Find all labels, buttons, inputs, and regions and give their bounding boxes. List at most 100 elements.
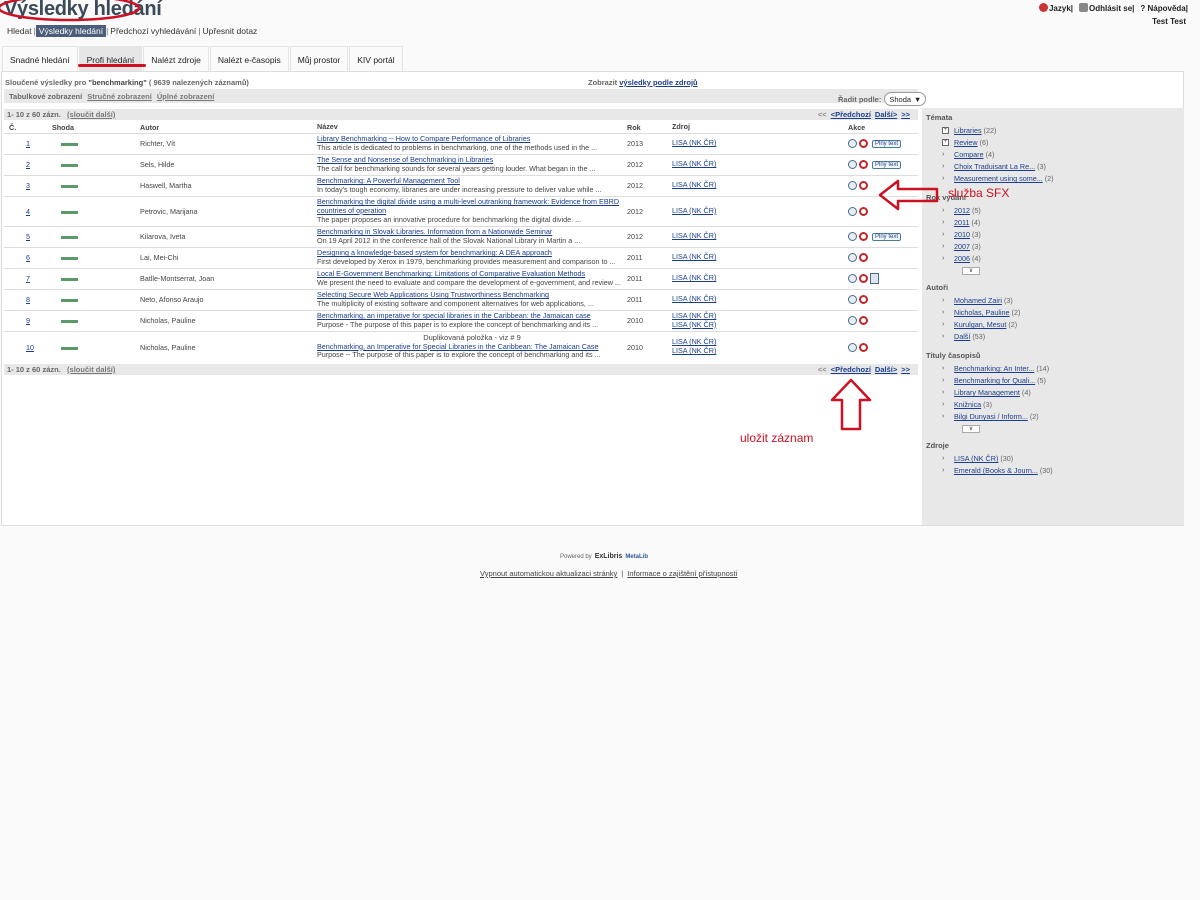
tab-my-space[interactable]: Můj prostor	[289, 46, 349, 72]
save-record-icon[interactable]	[848, 206, 857, 216]
pager-first[interactable]: <<	[818, 365, 827, 374]
sfx-service-icon[interactable]	[859, 181, 868, 191]
record-source-link[interactable]: LISA (NK ČR)	[672, 206, 848, 216]
save-record-icon[interactable]	[848, 232, 857, 242]
record-source-link[interactable]: LISA (NK ČR)	[672, 320, 848, 330]
facet-link[interactable]: Compare	[954, 150, 984, 159]
expand-plus-icon[interactable]: +	[942, 139, 949, 146]
facet-link[interactable]: Knižnica	[954, 400, 981, 409]
facet-link[interactable]: 2006	[954, 254, 970, 263]
subnav-refine[interactable]: Upřesnit dotaz	[201, 26, 260, 36]
pager-previous[interactable]: <Předchozí	[831, 365, 871, 374]
merge-more-link[interactable]: (sloučit další)	[67, 110, 115, 119]
facet-link[interactable]: Benchmarking: An Inter...	[954, 364, 1034, 373]
sort-select[interactable]: Shoda ▼	[884, 92, 927, 106]
view-table[interactable]: Tabulkové zobrazení	[9, 92, 82, 101]
record-number-link[interactable]: 4	[26, 207, 30, 216]
facet-link[interactable]: Bilgi Dunyasi / Inform...	[954, 412, 1028, 421]
record-source-link[interactable]: LISA (NK ČR)	[672, 160, 848, 169]
sfx-service-icon[interactable]	[859, 342, 868, 352]
facet-link[interactable]: Libraries	[954, 126, 982, 135]
save-record-icon[interactable]	[848, 316, 857, 326]
more-facets-button[interactable]: ∨	[962, 425, 980, 433]
facet-link[interactable]: Emerald (Books & Journ...	[954, 466, 1038, 475]
record-number-link[interactable]: 5	[26, 232, 30, 241]
merge-more-link[interactable]: (sloučit další)	[67, 365, 115, 374]
save-record-icon[interactable]	[848, 181, 857, 191]
sfx-service-icon[interactable]	[859, 160, 868, 170]
subnav-search[interactable]: Hledat	[5, 26, 34, 36]
expand-plus-icon[interactable]: +	[942, 127, 949, 134]
help-link[interactable]: ? Nápověda|	[1140, 4, 1188, 13]
record-number-link[interactable]: 2	[26, 160, 30, 169]
view-brief[interactable]: Stručné zobrazení	[87, 92, 152, 101]
record-source-link[interactable]: LISA (NK ČR)	[672, 274, 848, 283]
sfx-service-icon[interactable]	[859, 232, 868, 242]
record-source-link[interactable]: LISA (NK ČR)	[672, 253, 848, 262]
save-record-icon[interactable]	[848, 160, 857, 170]
record-number-link[interactable]: 1	[26, 139, 30, 148]
facet-link[interactable]: 2010	[954, 230, 970, 239]
save-record-icon[interactable]	[848, 139, 857, 149]
disable-refresh-link[interactable]: Vypnout automatickou aktualizaci stránky	[480, 569, 617, 578]
logout-link[interactable]: Odhlásit se|	[1079, 3, 1134, 13]
tab-find-ejournal[interactable]: Nalézt e-časopis	[209, 46, 289, 72]
record-number-link[interactable]: 3	[26, 181, 30, 190]
sfx-service-icon[interactable]	[859, 274, 868, 284]
record-number-link[interactable]: 10	[26, 343, 34, 352]
record-source-link[interactable]: LISA (NK ČR)	[672, 181, 848, 190]
facet-link[interactable]: LISA (NK ČR)	[954, 454, 998, 463]
facet-link[interactable]: Další	[954, 332, 970, 341]
results-by-source-link[interactable]: výsledky podle zdrojů	[619, 78, 697, 87]
record-number-link[interactable]: 7	[26, 274, 30, 283]
save-record-icon[interactable]	[848, 342, 857, 352]
subnav-previous[interactable]: Předchozí vyhledávání	[108, 26, 198, 36]
facet-link[interactable]: 2011	[954, 218, 969, 227]
save-record-icon[interactable]	[848, 253, 857, 263]
record-source-link[interactable]: LISA (NK ČR)	[672, 295, 848, 304]
record-number-link[interactable]: 6	[26, 253, 30, 262]
sfx-service-icon[interactable]	[859, 253, 868, 263]
facet-link[interactable]: Nicholas, Pauline	[954, 308, 1010, 317]
pager-next[interactable]: Další>	[875, 110, 897, 119]
record-source-link[interactable]: LISA (NK ČR)	[672, 346, 848, 356]
view-full[interactable]: Úplné zobrazení	[157, 92, 215, 101]
facet-link[interactable]: Choix Traduisant La Re...	[954, 162, 1035, 171]
facet-link[interactable]: Mohamed Zairi	[954, 296, 1002, 305]
record-number-link[interactable]: 9	[26, 316, 30, 325]
facet-link[interactable]: 2007	[954, 242, 970, 251]
document-icon[interactable]	[870, 273, 879, 285]
tab-easy-search[interactable]: Snadné hledání	[2, 46, 78, 72]
pager-previous[interactable]: <Předchozí	[831, 110, 871, 119]
pager-next[interactable]: Další>	[875, 365, 897, 374]
pager-last[interactable]: >>	[901, 110, 910, 119]
full-text-button[interactable]: Plný text	[872, 139, 902, 148]
sfx-service-icon[interactable]	[859, 295, 868, 305]
tab-find-resources[interactable]: Nalézt zdroje	[143, 46, 209, 72]
facet-link[interactable]: Benchmarking for Quali...	[954, 376, 1035, 385]
record-title-link[interactable]: Benchmarking the digital divide using a …	[317, 197, 627, 216]
full-text-button[interactable]: Plný text	[872, 160, 902, 169]
facet-link[interactable]: Kurulgan, Mesut	[954, 320, 1006, 329]
full-text-button[interactable]: Plný text	[872, 232, 902, 241]
subnav-results[interactable]: Výsledky hledání	[35, 25, 107, 37]
save-record-icon[interactable]	[848, 295, 857, 305]
record-number-link[interactable]: 8	[26, 295, 30, 304]
pager-first[interactable]: <<	[818, 110, 827, 119]
tab-kiv-portal[interactable]: KIV portál	[349, 46, 403, 72]
record-source-link[interactable]: LISA (NK ČR)	[672, 232, 848, 241]
facet-link[interactable]: Measurement using some...	[954, 174, 1043, 183]
record-source-link[interactable]: LISA (NK ČR)	[672, 139, 848, 148]
pager-last[interactable]: >>	[901, 365, 910, 374]
language-link[interactable]: Jazyk|	[1038, 3, 1073, 13]
sfx-service-icon[interactable]	[859, 139, 868, 149]
tab-pro-search[interactable]: Profi hledání	[78, 46, 143, 72]
facet-link[interactable]: Review	[954, 138, 978, 147]
facet-link[interactable]: Library Management	[954, 388, 1020, 397]
save-record-icon[interactable]	[848, 274, 857, 284]
sfx-service-icon[interactable]	[859, 206, 868, 216]
sfx-service-icon[interactable]	[859, 316, 868, 326]
accessibility-link[interactable]: Informace o zajištění přístupnosti	[627, 569, 737, 578]
more-facets-button[interactable]: ∨	[962, 267, 980, 275]
facet-link[interactable]: 2012	[954, 206, 970, 215]
